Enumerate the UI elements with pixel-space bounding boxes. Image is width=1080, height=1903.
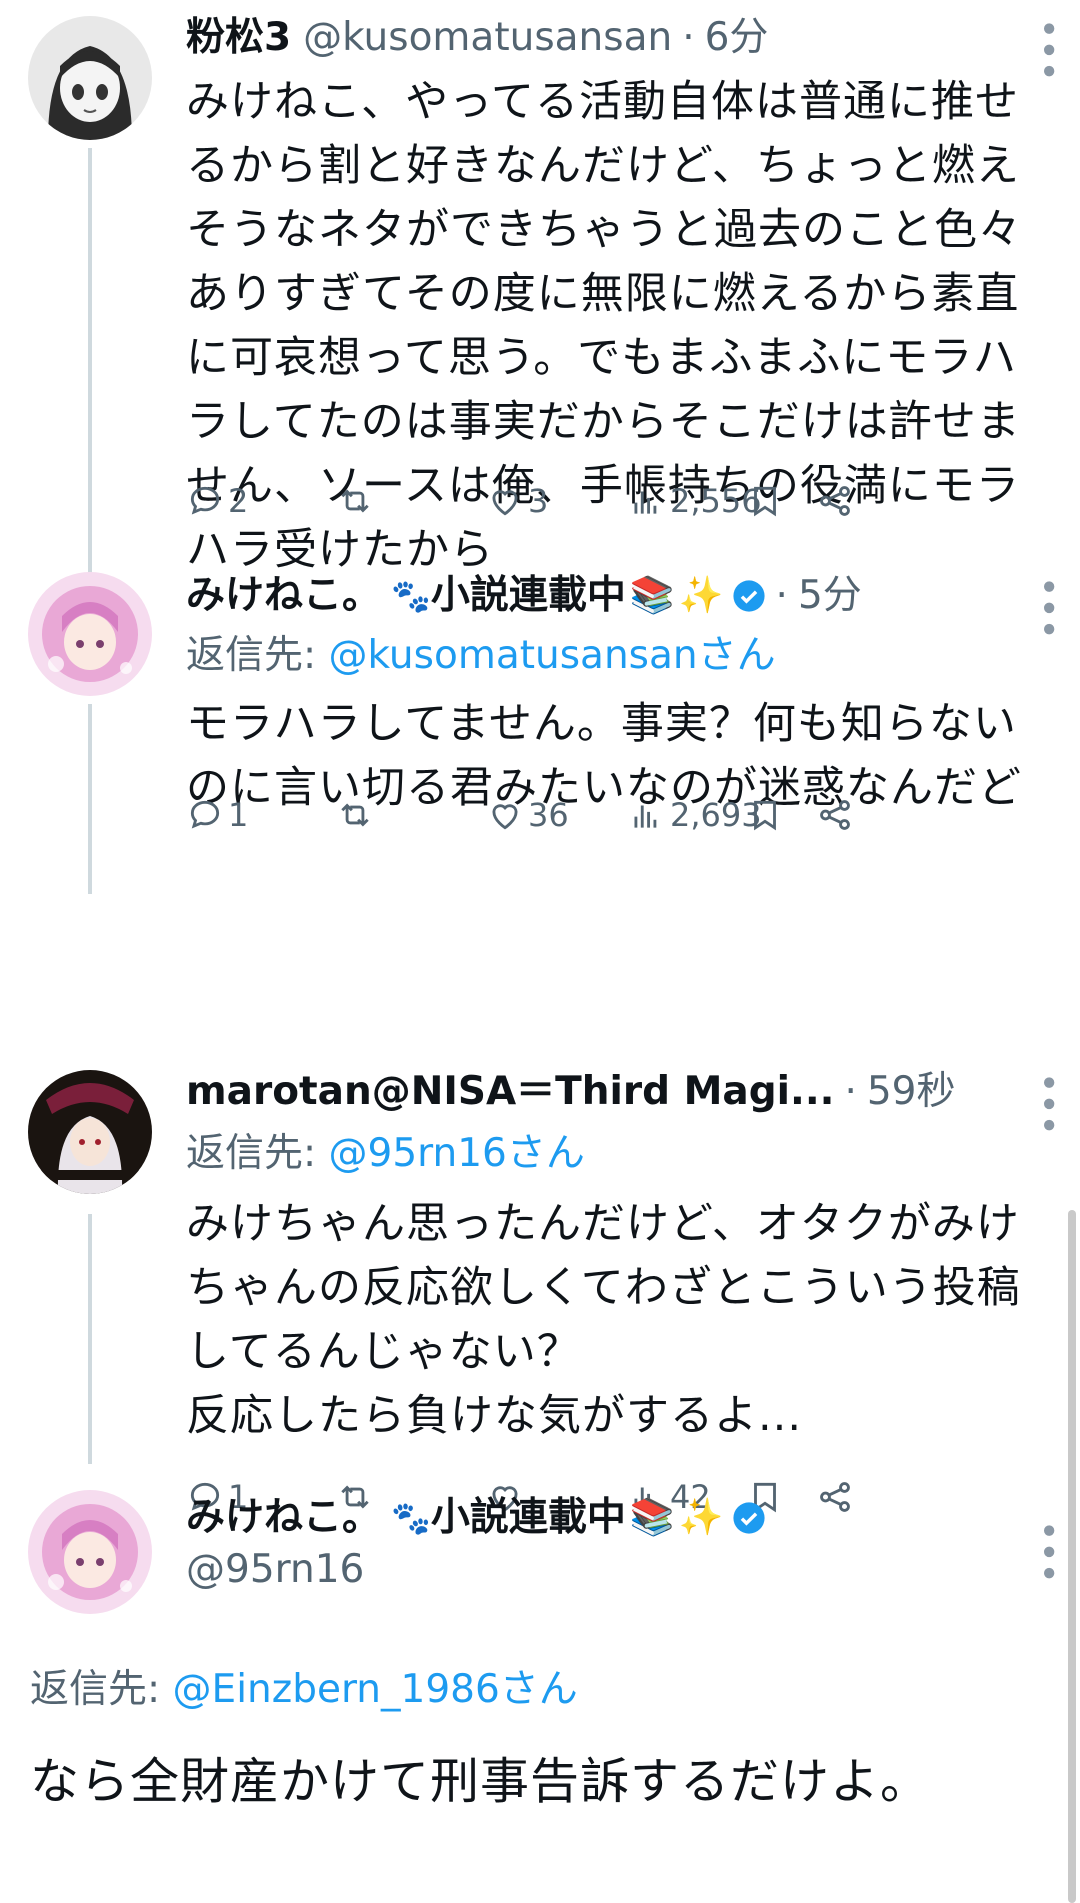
share-icon [820,800,850,830]
like-button[interactable]: 3 [486,474,548,528]
verified-badge-icon[interactable] [732,579,766,613]
sparkles-icon: ✨ [678,575,724,616]
views-button[interactable]: 2,693 [628,788,762,842]
avatar[interactable] [28,16,152,140]
views-button[interactable]: 2,556 [628,474,762,528]
bookmark-icon [754,486,776,517]
reply-count: 1 [228,796,249,834]
bookmark-button[interactable] [746,474,784,528]
author-handle[interactable]: @95rn16 [186,1546,364,1594]
share-button[interactable] [816,474,854,528]
bookmark-icon [754,800,776,831]
reply-label: 返信先: [30,1667,173,1712]
reply-context: 返信先: @95rn16さん [186,1126,1056,1182]
more-icon[interactable]: ••• [1027,18,1068,82]
reply-label: 返信先: [186,633,329,678]
heart-icon [492,804,518,830]
reply-label: 返信先: [186,1131,329,1176]
author-name-suffix[interactable]: 小説連載中 [431,1494,626,1542]
author-name[interactable]: 粉松3 [186,14,291,62]
post-text: なら全財産かけて刑事告訴するだけよ。 [30,1753,931,1810]
author-name[interactable]: みけねこ。 [186,1494,381,1542]
retweet-icon [341,803,369,827]
post-1[interactable]: 粉松3 @kusomatusansan · 6分 ••• みけねこ、やってる活動… [0,0,1080,578]
post-2[interactable]: みけねこ。 🐾 小説連載中 📚 ✨ · 5分 ••• 返信先: @kusomat… [0,560,1080,894]
bookmark-button[interactable] [746,788,784,842]
books-icon: 📚 [629,575,675,616]
views-icon [634,491,657,514]
retweet-icon [341,489,369,513]
reply-button[interactable]: 1 [186,788,248,842]
reply-icon [190,486,220,515]
author-name[interactable]: marotan@NISA＝Third Magi... [186,1068,834,1116]
reply-context: 返信先: @Einzbern_1986さん [30,1662,578,1718]
share-icon [820,486,850,516]
paw-icon: 🐾 [391,1499,431,1537]
thread-line [88,148,92,578]
more-icon[interactable]: ••• [1027,1072,1068,1136]
reply-button[interactable]: 2 [186,474,248,528]
share-button[interactable] [816,788,854,842]
author-handle[interactable]: @kusomatusansan [303,14,672,62]
post-time[interactable]: 5分 [798,572,862,620]
reply-mention[interactable]: @Einzbern_1986さん [173,1667,578,1712]
heart-icon [492,490,518,516]
thread-line [88,704,92,894]
paw-icon: 🐾 [391,577,431,615]
retweet-button[interactable] [336,788,374,842]
like-count: 3 [528,482,549,520]
post-text: みけちゃん思ったんだけど、オタクがみけちゃんの反応欲しくてわざとこういう投稿して… [186,1199,1021,1441]
post-time[interactable]: 6分 [705,14,769,62]
sparkles-icon: ✨ [678,1497,724,1538]
avatar[interactable] [28,1070,152,1194]
reply-icon [190,800,220,829]
scrollbar[interactable] [1068,1210,1076,1903]
separator: · [775,573,788,618]
like-button[interactable]: 36 [486,788,569,842]
author-name-suffix[interactable]: 小説連載中 [431,572,626,620]
retweet-button[interactable] [336,474,374,528]
author-name[interactable]: みけねこ。 [186,572,381,620]
reply-count: 2 [228,482,249,520]
thread-line [88,1214,92,1464]
reply-mention[interactable]: @kusomatusansanさん [329,633,776,678]
views-icon [634,805,657,828]
more-icon[interactable]: ••• [1027,576,1068,640]
avatar[interactable] [28,572,152,696]
post-time[interactable]: 59秒 [867,1068,956,1116]
reply-context: 返信先: @kusomatusansanさん [186,628,1056,684]
avatar[interactable] [28,1490,152,1614]
books-icon: 📚 [629,1497,675,1538]
like-count: 36 [528,796,569,834]
post-3[interactable]: marotan@NISA＝Third Magi... · 59秒 ••• 返信先… [0,1068,1080,1516]
verified-badge-icon[interactable] [732,1501,766,1535]
separator: · [844,1069,857,1114]
post-4-main[interactable]: みけねこ。 🐾 小説連載中 📚 ✨ ••• @95rn16 返信先: @Einz… [0,1490,1080,1903]
separator: · [682,15,695,60]
reply-mention[interactable]: @95rn16さん [329,1131,585,1176]
more-icon[interactable]: ••• [1027,1520,1068,1584]
